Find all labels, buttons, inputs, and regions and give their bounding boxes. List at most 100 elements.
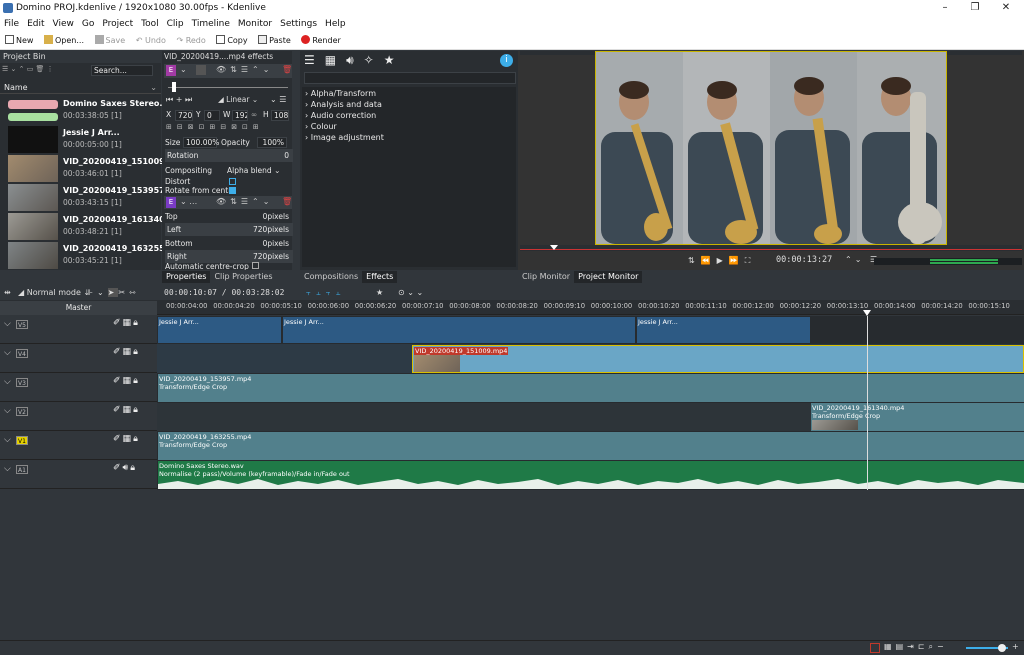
track-collapse-chevron-icon[interactable]: ⌵ — [4, 435, 11, 445]
category-colour[interactable]: › Colour — [305, 121, 513, 132]
forward-icon[interactable]: ⏩ — [729, 256, 745, 265]
zoom-slider-handle[interactable] — [998, 644, 1006, 652]
track-label[interactable]: V4 — [16, 349, 28, 358]
tab-compositions[interactable]: Compositions — [300, 271, 362, 283]
hide-track-film-icon[interactable]: ▦ — [123, 376, 134, 386]
effect-delete-icon[interactable]: 🗑︎ — [282, 197, 292, 206]
bin-search-input[interactable]: Search... — [91, 65, 153, 76]
bin-delete-icon[interactable]: 🗑︎ — [36, 65, 47, 73]
razor-tool-icon[interactable]: ✂ — [118, 288, 129, 297]
category-audio-correction[interactable]: › Audio correction — [305, 110, 513, 121]
menu-file[interactable]: File — [0, 16, 23, 32]
bin-up-icon[interactable]: ⌃ — [19, 65, 27, 73]
list-view-icon[interactable]: ☰ — [304, 53, 325, 67]
info-icon[interactable]: i — [500, 54, 513, 67]
track-collapse-chevron-icon[interactable]: ⌵ — [4, 377, 11, 387]
fit-zoom-icon[interactable]: ⌕ — [929, 642, 937, 651]
menu-timeline[interactable]: Timeline — [188, 16, 234, 32]
tab-clip-monitor[interactable]: Clip Monitor — [518, 271, 574, 283]
menu-edit[interactable]: Edit — [23, 16, 48, 32]
keyframe-marker[interactable] — [172, 82, 176, 92]
track-header-v4[interactable]: ⌵ V4 ✐▦🔒︎ — [0, 345, 157, 373]
new-button[interactable]: New — [2, 32, 36, 50]
zoom-out-icon[interactable]: − — [937, 642, 948, 651]
menu-view[interactable]: View — [49, 16, 78, 32]
align-toolbar[interactable]: ⊞⊟⊠⊡⊞⊟⊠⊡⊞ — [166, 123, 290, 133]
lock-icon[interactable]: 🔒︎ — [133, 405, 140, 415]
track-header-a1[interactable]: ⌵ A1 ✐🔊︎🔒︎ — [0, 461, 157, 489]
markers-toggle-icon[interactable]: ⇥ — [907, 642, 918, 651]
lock-icon[interactable]: 🔒︎ — [133, 434, 140, 444]
track-header-v3[interactable]: ⌵ V3 ✐▦🔒︎ — [0, 374, 157, 402]
bin-item[interactable]: VID_20200419_163255.mp4 00:03:45:21 [1] — [8, 241, 187, 270]
favorite-star-icon[interactable]: ★ — [376, 285, 383, 300]
crop-bottom-row[interactable]: Bottom 0pixels — [165, 237, 293, 250]
effect-chevron-down-icon[interactable]: ⌄ … — [180, 197, 197, 206]
track-collapse-chevron-icon[interactable]: ⌵ — [4, 406, 11, 416]
track-header-v5[interactable]: ⌵ V5 ✐▦🔒︎ — [0, 316, 157, 344]
audio-clip[interactable]: Domino Saxes Stereo.wav Normalise (2 pass… — [158, 461, 1024, 489]
lift-icon[interactable]: ⫟ — [326, 288, 336, 297]
monitor-timecode[interactable]: 00:00:13:27 — [776, 255, 832, 265]
overwrite-icon[interactable]: ⫠ — [316, 288, 326, 297]
track-header-v1[interactable]: ⌵ V1 ✐▦🔒︎ — [0, 432, 157, 460]
timeline-playhead-line[interactable] — [867, 316, 868, 490]
custom-effects-icon[interactable]: ✧ — [364, 53, 384, 67]
effect-collapse-icon[interactable]: E — [166, 65, 176, 76]
lock-icon[interactable]: 🔒︎ — [133, 318, 140, 328]
rewind-icon[interactable]: ⏪ — [701, 256, 717, 265]
auto-crop-checkbox[interactable] — [251, 262, 259, 269]
save-button[interactable]: Save — [92, 32, 129, 50]
effect-actions-icon[interactable]: 👁︎⇅☰⌃⌄ — [216, 197, 273, 206]
previous-keyframe-icon[interactable]: ⏮ — [166, 95, 176, 104]
auto-crop-row[interactable]: Automatic centre-crop — [165, 262, 293, 270]
effect-delete-icon[interactable]: 🗑︎ — [282, 65, 292, 74]
effect-chevron-down-icon[interactable]: ⌄ — [180, 65, 187, 74]
track-header-v2[interactable]: ⌵ V2 ✐▦🔒︎ — [0, 403, 157, 431]
bin-item[interactable]: VID_20200419_151009.mp4 00:03:46:01 [1] — [8, 154, 187, 183]
menu-settings[interactable]: Settings — [276, 16, 321, 32]
timeline-clip-selected[interactable]: VID_20200419_151009.mp4 — [412, 345, 1024, 373]
menu-project[interactable]: Project — [98, 16, 137, 32]
paste-button[interactable]: Paste — [255, 32, 294, 50]
bin-item[interactable]: VID_20200419_161340.mp4 00:03:48:21 [1] — [8, 212, 187, 241]
video-effects-icon[interactable]: ▦ — [325, 53, 346, 67]
thumbnail-toggle-icon[interactable]: ▦ — [884, 642, 896, 651]
spacer-tool-icon[interactable]: ⇿ — [129, 288, 140, 297]
link-icon[interactable]: ∞ — [251, 110, 257, 119]
bin-column-header[interactable]: Name ⌄ — [0, 82, 161, 94]
interpolation-select[interactable]: ◢ Linear ⌄ — [218, 95, 258, 104]
menu-monitor[interactable]: Monitor — [234, 16, 276, 32]
lock-icon[interactable]: 🔒︎ — [133, 376, 140, 386]
copy-button[interactable]: Copy — [213, 32, 250, 50]
proxy-toggle-icon[interactable] — [870, 643, 880, 653]
hide-track-film-icon[interactable]: ▦ — [123, 434, 134, 444]
effect-actions-icon[interactable]: 👁︎⇅☰⌃⌄ — [216, 65, 273, 74]
tab-project-monitor[interactable]: Project Monitor — [574, 271, 643, 283]
track-label[interactable]: V2 — [16, 407, 28, 416]
edit-mode-select[interactable]: ◢ Normal mode ⌄ — [18, 285, 90, 300]
tab-properties[interactable]: Properties — [162, 271, 211, 283]
transform-effect-header[interactable]: E ⌄ 👁︎⇅☰⌃⌄ 🗑︎ — [164, 64, 292, 78]
crop-left-row[interactable]: Left 720pixels — [165, 223, 293, 236]
keyframe-settings-icon[interactable]: ⌄ ☰ — [270, 95, 286, 104]
bin-item[interactable]: Jessie J Arr... 00:00:05:00 [1] — [8, 125, 160, 154]
y-position-field[interactable]: 0 — [204, 110, 220, 121]
track-effects-wand-icon[interactable]: ✐ — [113, 405, 123, 415]
tab-clip-properties[interactable]: Clip Properties — [210, 271, 276, 283]
hide-track-film-icon[interactable]: ▦ — [123, 347, 134, 357]
open-button[interactable]: Open... — [41, 32, 87, 50]
track-collapse-chevron-icon[interactable]: ⌵ — [4, 464, 11, 474]
size-field[interactable]: 100.00% — [183, 137, 219, 148]
category-analysis[interactable]: › Analysis and data — [305, 99, 513, 110]
height-field[interactable]: 1080 — [271, 110, 289, 121]
timeline-clip[interactable]: Jessie J Arr... — [283, 317, 635, 343]
close-button[interactable]: ✕ — [992, 0, 1020, 16]
insert-icon[interactable]: ⫟ — [306, 288, 316, 297]
loop-icon[interactable]: ⇅ — [688, 256, 701, 265]
multitrack-icon[interactable]: ⊪ — [86, 288, 97, 297]
render-button[interactable]: Render — [298, 32, 343, 50]
bin-item[interactable]: VID_20200419_153957.mp4 00:03:43:15 [1] — [8, 183, 187, 212]
track-label[interactable]: V3 — [16, 378, 28, 387]
bin-menu-icon[interactable]: ☰ — [2, 65, 11, 73]
